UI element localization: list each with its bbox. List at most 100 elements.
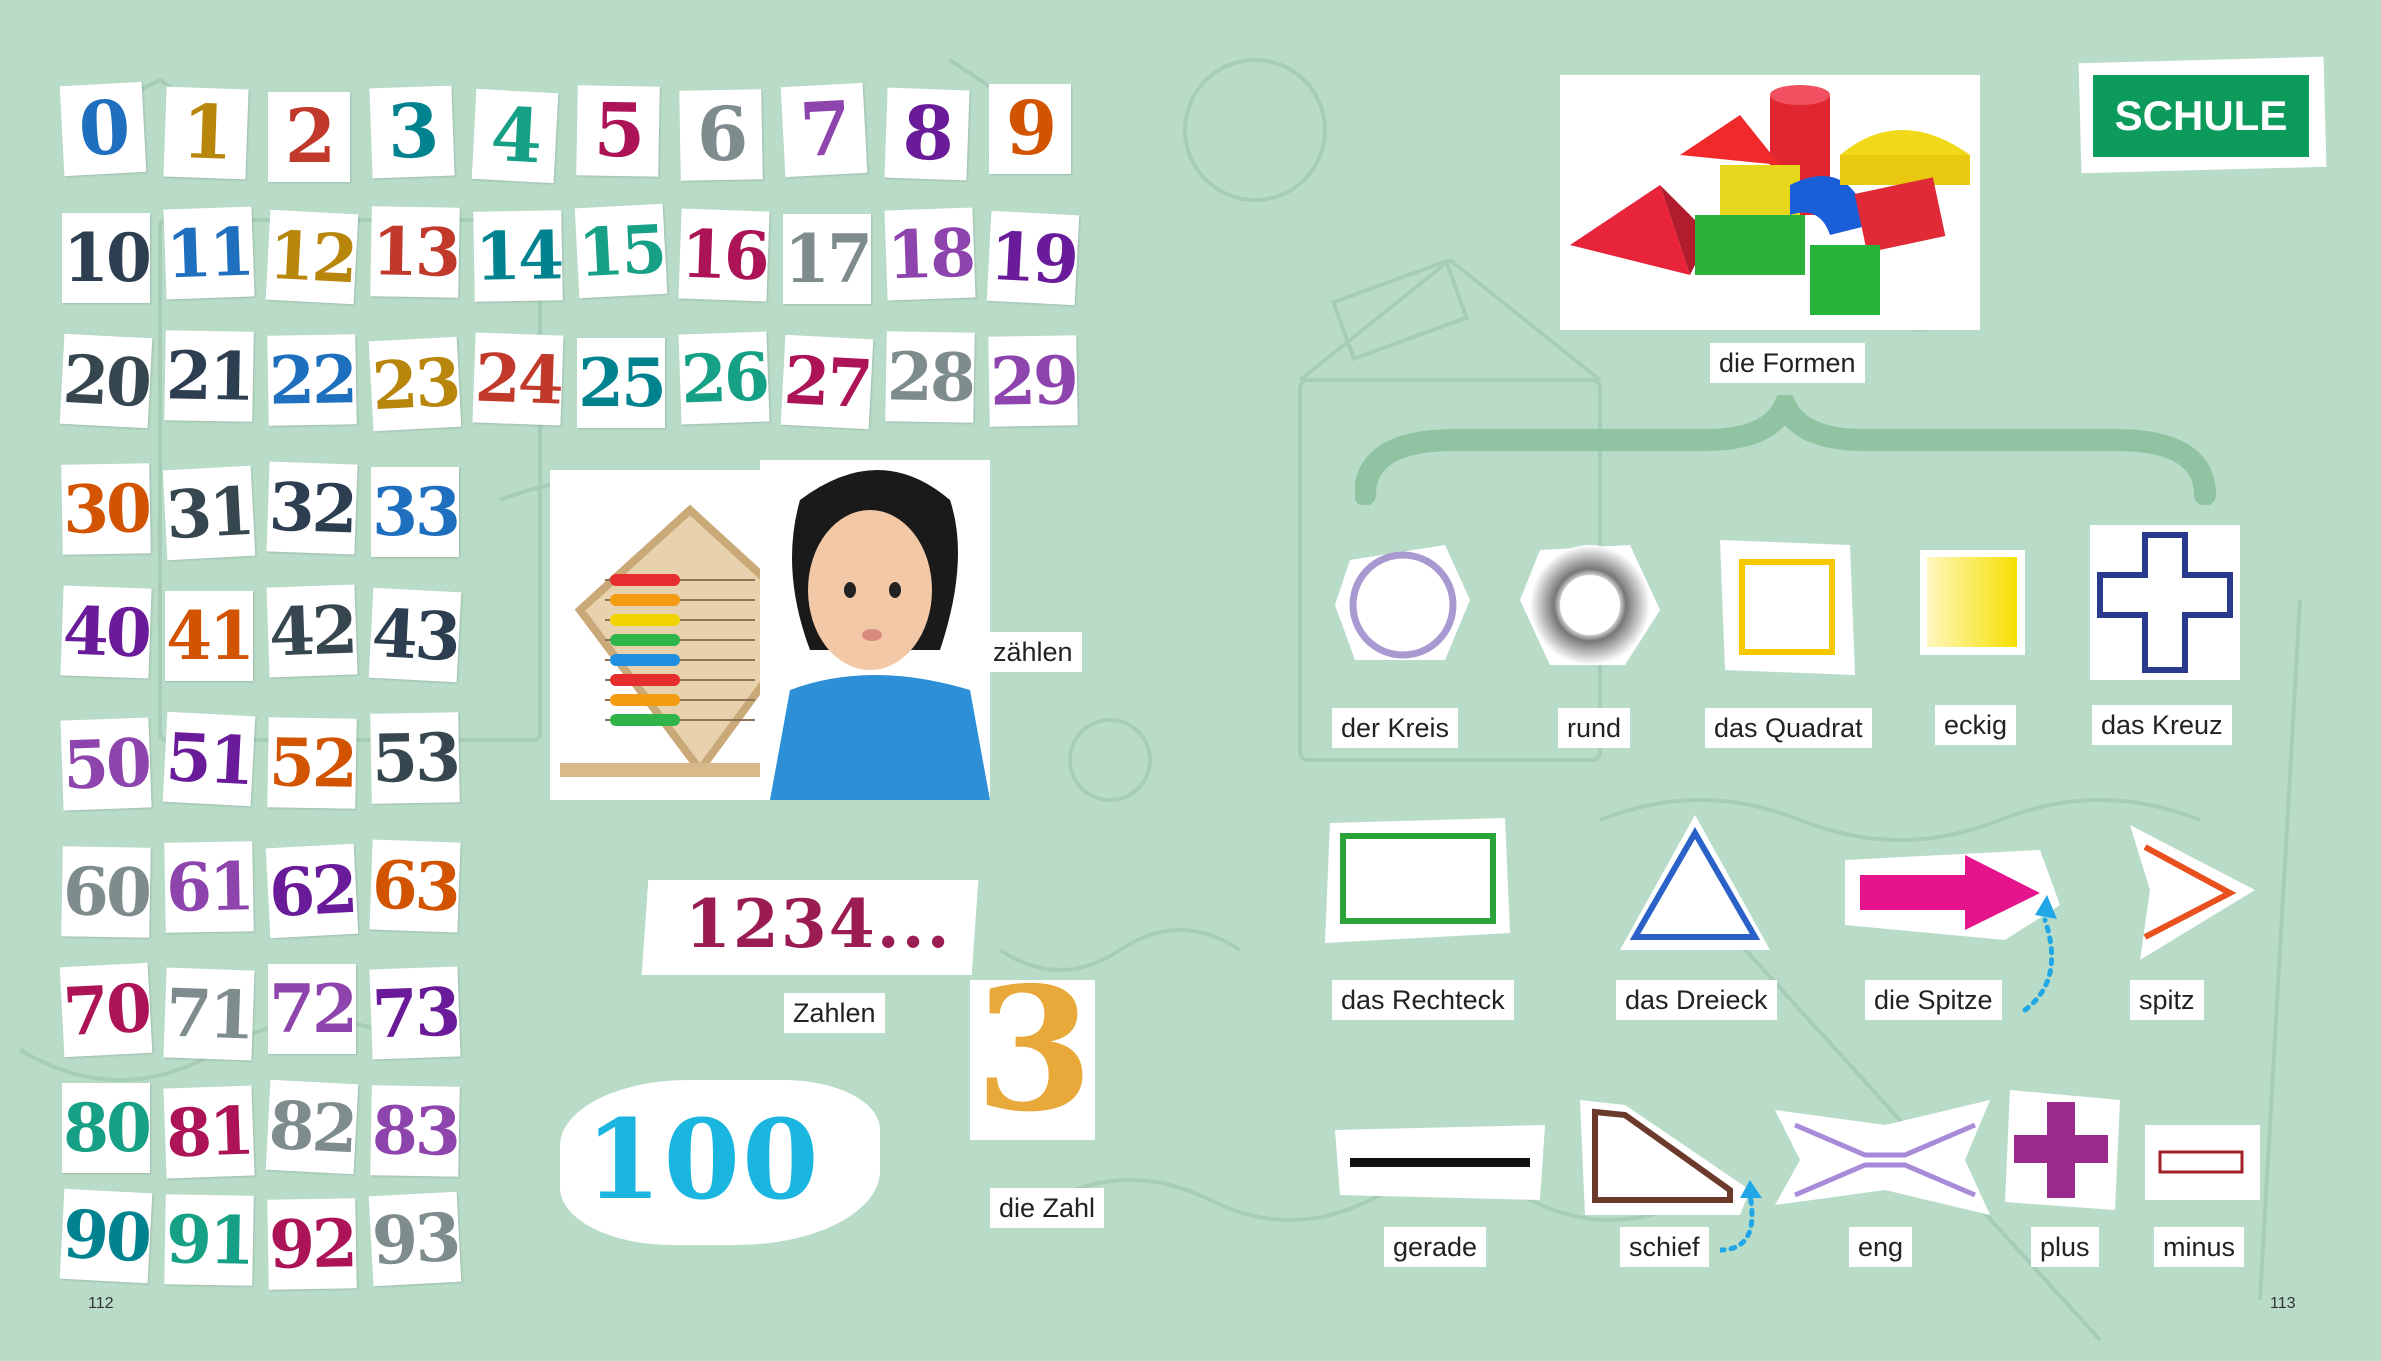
number-tile: 33 xyxy=(371,467,461,557)
narrow-icon xyxy=(1775,1100,1990,1215)
cross-icon xyxy=(2090,525,2240,680)
label-shapes: die Formen xyxy=(1710,343,1865,384)
number-tile: 24 xyxy=(472,332,564,426)
number-tile: 63 xyxy=(369,839,461,933)
number-tile: 23 xyxy=(368,336,462,432)
number-tile: 14 xyxy=(473,210,563,302)
shape-label: minus xyxy=(2154,1227,2245,1268)
number-tile: 93 xyxy=(368,1191,462,1287)
number-tile: 80 xyxy=(62,1083,152,1173)
number-tile: 19 xyxy=(986,210,1080,306)
shape-label: rund xyxy=(1558,708,1631,749)
square-icon xyxy=(1720,540,1855,675)
plus-icon xyxy=(2005,1090,2120,1210)
shape-label: das Rechteck xyxy=(1332,980,1514,1021)
rectangle-icon xyxy=(1325,818,1510,943)
number-tile: 31 xyxy=(162,465,256,561)
angular-icon xyxy=(1920,550,2025,655)
number-tile: 32 xyxy=(266,461,358,555)
label-number: die Zahl xyxy=(990,1188,1105,1229)
shape-label: schief xyxy=(1620,1227,1709,1268)
number-tile: 91 xyxy=(164,1194,254,1286)
number-tile: 15 xyxy=(574,203,668,299)
number-tile: 25 xyxy=(577,338,667,428)
page-number-left: 112 xyxy=(88,1295,114,1312)
number-tile: 62 xyxy=(265,843,359,939)
shape-label: eckig xyxy=(1935,705,2017,746)
number-tile: 18 xyxy=(884,207,976,301)
number-tile: 43 xyxy=(368,587,462,683)
number-tile: 4 xyxy=(471,88,559,184)
digits-text: 1234... xyxy=(685,885,952,963)
number-tile: 52 xyxy=(267,717,357,809)
number-tile: 29 xyxy=(988,335,1078,427)
number-tile: 53 xyxy=(370,712,460,804)
straight-line-icon xyxy=(1335,1125,1545,1200)
number-tile: 60 xyxy=(61,846,151,938)
three-text: 3 xyxy=(975,950,1094,1150)
number-tile: 27 xyxy=(780,334,874,430)
shape-label: gerade xyxy=(1384,1227,1487,1268)
number-tile: 9 xyxy=(989,84,1071,174)
shape-label: das Dreieck xyxy=(1616,980,1777,1021)
number-tile: 42 xyxy=(266,584,358,678)
number-tile: 83 xyxy=(370,1085,460,1177)
shape-label: das Quadrat xyxy=(1705,708,1872,749)
number-tile: 21 xyxy=(164,330,254,422)
number-tile: 22 xyxy=(267,334,357,426)
number-tile: 51 xyxy=(162,711,256,807)
number-tile: 8 xyxy=(884,87,970,181)
number-tile: 90 xyxy=(59,1188,153,1284)
number-tile: 70 xyxy=(59,962,153,1058)
number-tile: 2 xyxy=(268,92,350,182)
shape-label: plus xyxy=(2031,1227,2099,1268)
label-numbers: Zahlen xyxy=(784,993,885,1034)
number-tile: 71 xyxy=(163,967,255,1061)
number-tile: 92 xyxy=(267,1198,357,1290)
number-tile: 16 xyxy=(678,208,770,302)
number-tile: 13 xyxy=(370,206,460,298)
child-photo xyxy=(760,460,990,800)
number-tile: 5 xyxy=(576,85,660,177)
section-badge: SCHULE xyxy=(2093,75,2309,157)
page-number-right: 113 xyxy=(2270,1295,2296,1312)
shape-label: eng xyxy=(1849,1227,1913,1268)
number-tile: 81 xyxy=(163,1085,255,1179)
building-blocks-photo xyxy=(1560,75,1980,330)
pointer-arrow-icon xyxy=(1720,1180,1762,1253)
number-tile: 0 xyxy=(59,81,147,177)
number-tile: 10 xyxy=(62,213,152,303)
number-tile: 50 xyxy=(60,717,152,811)
number-tile: 28 xyxy=(885,331,975,423)
number-tile: 11 xyxy=(163,206,255,300)
pointed-icon xyxy=(2130,825,2255,960)
number-tile: 20 xyxy=(59,333,153,429)
number-tile: 12 xyxy=(265,209,359,305)
brace-icon xyxy=(1355,395,2216,505)
number-tile: 61 xyxy=(164,841,254,933)
number-tile: 1 xyxy=(163,86,249,180)
number-tile: 41 xyxy=(165,591,255,681)
pointer-arrow-icon xyxy=(2022,895,2057,1013)
shape-label: der Kreis xyxy=(1332,708,1459,749)
round-icon xyxy=(1520,545,1660,665)
shape-label: spitz xyxy=(2130,980,2204,1021)
shape-label: das Kreuz xyxy=(2092,705,2232,746)
number-tile: 26 xyxy=(678,331,770,425)
number-tile: 17 xyxy=(783,214,873,304)
number-tile: 7 xyxy=(780,82,868,178)
number-tile: 40 xyxy=(60,585,152,679)
number-tile: 6 xyxy=(679,89,763,181)
circle-icon xyxy=(1335,545,1470,660)
number-tile: 30 xyxy=(61,463,151,555)
number-tile: 73 xyxy=(369,966,461,1060)
number-tile: 82 xyxy=(265,1079,359,1175)
textbook-spread: 0 1 2 3 4 5 6 7 8 9 10 11 12 13 14 15 16 17 18 19 20 21 22 23 24… xyxy=(0,0,2381,1361)
minus-icon xyxy=(2145,1125,2260,1200)
shape-label: die Spitze xyxy=(1865,980,2002,1021)
label-count: zählen xyxy=(984,632,1082,673)
number-tile: 72 xyxy=(268,964,358,1054)
number-tile: 3 xyxy=(369,85,455,179)
triangle-icon xyxy=(1620,815,1770,950)
hundred-text: 100 xyxy=(585,1095,821,1224)
